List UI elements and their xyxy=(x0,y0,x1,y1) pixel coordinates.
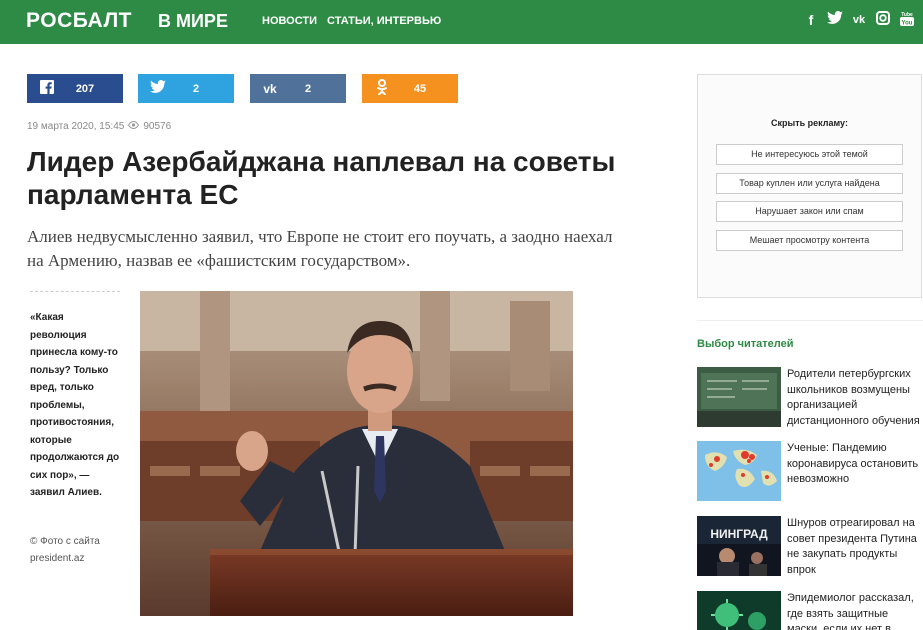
nav-news[interactable]: НОВОСТИ xyxy=(262,15,317,27)
ad-hide-question: Скрыть рекламу: xyxy=(771,118,848,128)
section-title[interactable]: В МИРЕ xyxy=(158,11,228,32)
ad-option-not-interested[interactable]: Не интересуюсь этой темой xyxy=(716,144,903,165)
news-title[interactable]: Родители петербургских школьников возмущ… xyxy=(787,367,923,429)
news-title[interactable]: Эпидемиолог рассказал, где взять защитны… xyxy=(787,591,923,630)
article-date: 19 марта 2020, 15:45 xyxy=(27,121,125,132)
social-links: f vk You Tube xyxy=(803,11,915,29)
nav-articles[interactable]: СТАТЬИ, ИНТЕРВЬЮ xyxy=(327,15,441,27)
svg-text:You: You xyxy=(902,21,913,27)
site-logo[interactable]: РОСБАЛТ xyxy=(26,9,132,33)
article-photo xyxy=(140,291,573,616)
news-item[interactable]: Эпидемиолог рассказал, где взять защитны… xyxy=(697,591,923,630)
main-nav: НОВОСТИ СТАТЬИ, ИНТЕРВЬЮ xyxy=(262,15,441,27)
news-thumbnail xyxy=(697,441,781,501)
facebook-icon[interactable]: f xyxy=(803,11,819,29)
instagram-icon[interactable] xyxy=(875,11,891,29)
eye-icon xyxy=(128,120,140,132)
ad-option-bought[interactable]: Товар куплен или услуга найдена xyxy=(716,173,903,194)
news-thumbnail xyxy=(697,367,781,427)
twitter-icon xyxy=(138,79,178,98)
photo-credit: © Фото с сайта president.az xyxy=(30,536,100,564)
odnoklassniki-icon xyxy=(362,78,402,99)
news-item[interactable]: НИНГРАД Шнуров отреагировал на совет пре… xyxy=(697,516,923,576)
svg-text:Tube: Tube xyxy=(901,12,913,18)
facebook-icon xyxy=(27,79,67,98)
facebook-count: 207 xyxy=(75,82,95,95)
article-quote: «Какая революция принесла кому-то пользу… xyxy=(30,312,120,498)
vk-count: 2 xyxy=(304,82,312,95)
twitter-icon[interactable] xyxy=(827,11,843,29)
share-facebook-button[interactable]: 207 xyxy=(27,74,123,103)
share-ok-button[interactable]: 45 xyxy=(362,74,458,103)
share-vk-button[interactable]: vk 2 xyxy=(250,74,346,103)
twitter-count: 2 xyxy=(192,82,200,95)
ok-count: 45 xyxy=(413,82,427,95)
news-title[interactable]: Шнуров отреагировал на совет президента … xyxy=(787,516,923,578)
ad-option-obstructs[interactable]: Мешает просмотру контента xyxy=(716,230,903,251)
top-navbar: РОСБАЛТ В МИРЕ НОВОСТИ СТАТЬИ, ИНТЕРВЬЮ … xyxy=(0,0,923,44)
readers-choice-title: Выбор читателей xyxy=(697,338,794,350)
vk-icon[interactable]: vk xyxy=(851,11,867,29)
article-views: 90576 xyxy=(143,121,172,132)
divider xyxy=(697,320,923,321)
news-title[interactable]: Ученые: Пандемию коронавируса остановить… xyxy=(787,441,923,488)
article-title: Лидер Азербайджана наплевал на советы па… xyxy=(27,146,616,210)
svg-text:НИНГРАД: НИНГРАД xyxy=(710,527,768,541)
youtube-icon[interactable]: You Tube xyxy=(899,11,915,29)
vk-icon: vk xyxy=(263,81,277,96)
ad-block: Скрыть рекламу: Не интересуюсь этой темо… xyxy=(697,74,922,298)
article-meta: 19 марта 2020, 15:45 90576 xyxy=(27,120,172,132)
news-item[interactable]: Родители петербургских школьников возмущ… xyxy=(697,367,923,427)
quote-divider xyxy=(30,291,120,292)
news-thumbnail: НИНГРАД xyxy=(697,516,781,576)
article-lead: Алиев недвусмысленно заявил, что Европе … xyxy=(27,227,613,270)
share-twitter-button[interactable]: 2 xyxy=(138,74,234,103)
news-thumbnail xyxy=(697,591,781,630)
ad-option-spam[interactable]: Нарушает закон или спам xyxy=(716,201,903,222)
news-item[interactable]: Ученые: Пандемию коронавируса остановить… xyxy=(697,441,923,501)
